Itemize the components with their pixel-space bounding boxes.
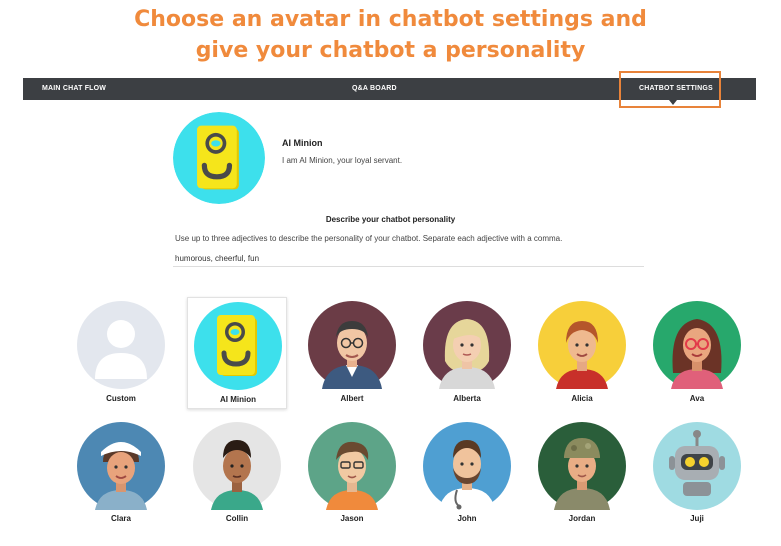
ai-minion-avatar-icon	[194, 302, 282, 390]
headline-line-2: give your chatbot a personality	[195, 38, 586, 63]
avatar-option-clara[interactable]: Clara	[71, 418, 171, 530]
avatar-label: Jordan	[568, 514, 596, 523]
tab-qa-board[interactable]: Q&A BOARD	[352, 78, 397, 100]
avatar-option-ava[interactable]: Ava	[647, 297, 747, 409]
bot-name: AI Minion	[282, 138, 323, 148]
personality-title: Describe your chatbot personality	[325, 215, 456, 224]
custom-avatar-icon	[77, 301, 165, 389]
avatar-label: Albert	[340, 394, 364, 403]
avatar-option-albert[interactable]: Albert	[302, 297, 402, 409]
avatar-option-custom[interactable]: Custom	[71, 297, 171, 409]
personality-help-text: Use up to three adjectives to describe t…	[175, 234, 563, 243]
avatar-option-john[interactable]: John	[417, 418, 517, 530]
collin-avatar-icon	[193, 422, 281, 510]
avatar-label: John	[457, 514, 477, 523]
albert-avatar-icon	[308, 301, 396, 389]
ava-avatar-icon	[653, 301, 741, 389]
avatar-label: Juji	[690, 514, 704, 523]
juji-robot-avatar-icon	[653, 422, 741, 510]
personality-adjectives-input[interactable]	[173, 250, 644, 267]
avatar-option-collin[interactable]: Collin	[187, 418, 287, 530]
avatar-label: Clara	[110, 514, 131, 523]
clara-avatar-icon	[77, 422, 165, 510]
headline-line-1: Choose an avatar in chatbot settings and	[134, 7, 647, 32]
avatar-label: Custom	[106, 394, 136, 403]
avatar-option-jason[interactable]: Jason	[302, 418, 402, 530]
avatar-option-alberta[interactable]: Alberta	[417, 297, 517, 409]
active-tab-caret	[669, 100, 677, 105]
alicia-avatar-icon	[538, 301, 626, 389]
avatar-label: Collin	[225, 514, 249, 523]
john-avatar-icon	[423, 422, 511, 510]
avatar-label: AI Minion	[220, 395, 256, 404]
tab-main-chat-flow[interactable]: MAIN CHAT FLOW	[42, 78, 106, 100]
avatar-option-ai-minion[interactable]: AI Minion	[187, 297, 287, 409]
alberta-avatar-icon	[423, 301, 511, 389]
bot-description[interactable]: I am AI Minion, your loyal servant.	[282, 156, 402, 165]
avatar-label: Ava	[689, 394, 705, 403]
avatar-label: Jason	[340, 514, 364, 523]
jordan-avatar-icon	[538, 422, 626, 510]
avatar-label: Alicia	[571, 394, 593, 403]
jason-avatar-icon	[308, 422, 396, 510]
bot-avatar-image[interactable]	[173, 112, 265, 204]
avatar-option-jordan[interactable]: Jordan	[532, 418, 632, 530]
avatar-option-juji[interactable]: Juji	[647, 418, 747, 530]
headline: Choose an avatar in chatbot settings and…	[0, 4, 781, 66]
avatar-label: Alberta	[453, 394, 481, 403]
avatar-option-alicia[interactable]: Alicia	[532, 297, 632, 409]
